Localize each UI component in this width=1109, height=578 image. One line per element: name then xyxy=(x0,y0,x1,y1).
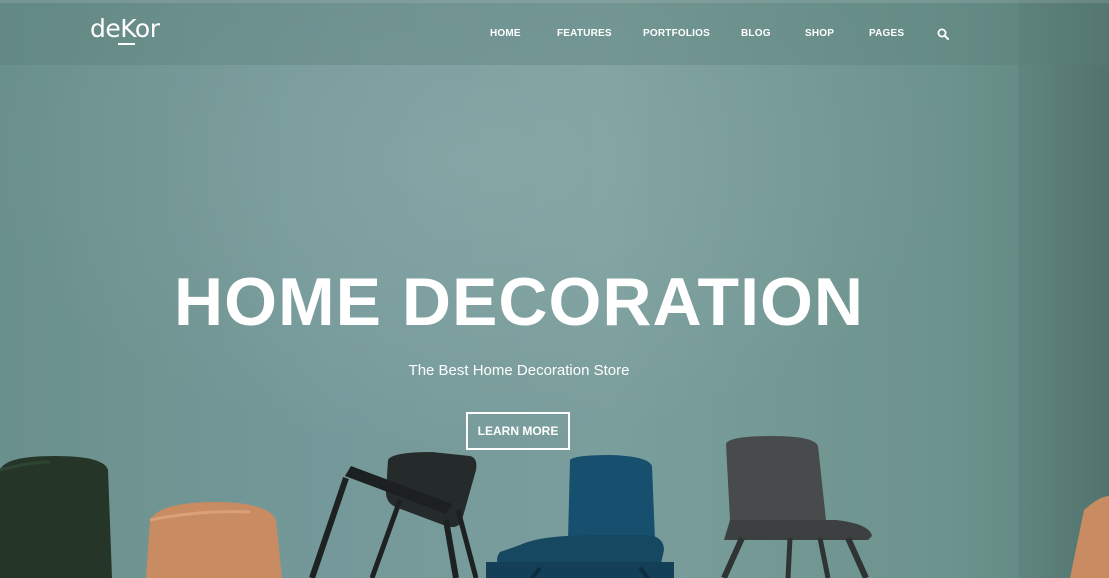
hero-title: HOME DECORATION xyxy=(174,264,864,340)
grey-chair xyxy=(721,436,872,578)
site-header: deKor HOME FEATURES PORTFOLIOS BLOG SHOP… xyxy=(0,0,1109,65)
nav-item-shop[interactable]: SHOP xyxy=(805,28,834,39)
hero-section: deKor HOME FEATURES PORTFOLIOS BLOG SHOP… xyxy=(0,0,1109,578)
search-button[interactable] xyxy=(936,27,950,41)
learn-more-button[interactable]: LEARN MORE xyxy=(466,412,570,450)
wood-chair-left xyxy=(146,502,282,578)
nav-item-pages[interactable]: PAGES xyxy=(869,28,904,39)
green-chair xyxy=(0,456,112,578)
black-chair xyxy=(309,452,479,578)
nav-item-portfolios[interactable]: PORTFOLIOS xyxy=(643,28,710,39)
search-icon xyxy=(937,28,949,40)
hero-subtitle: The Best Home Decoration Store xyxy=(408,362,630,379)
blue-chair xyxy=(486,455,674,578)
nav-item-features[interactable]: FEATURES xyxy=(557,28,612,39)
nav-item-home[interactable]: HOME xyxy=(490,28,521,39)
nav-item-blog[interactable]: BLOG xyxy=(741,28,771,39)
